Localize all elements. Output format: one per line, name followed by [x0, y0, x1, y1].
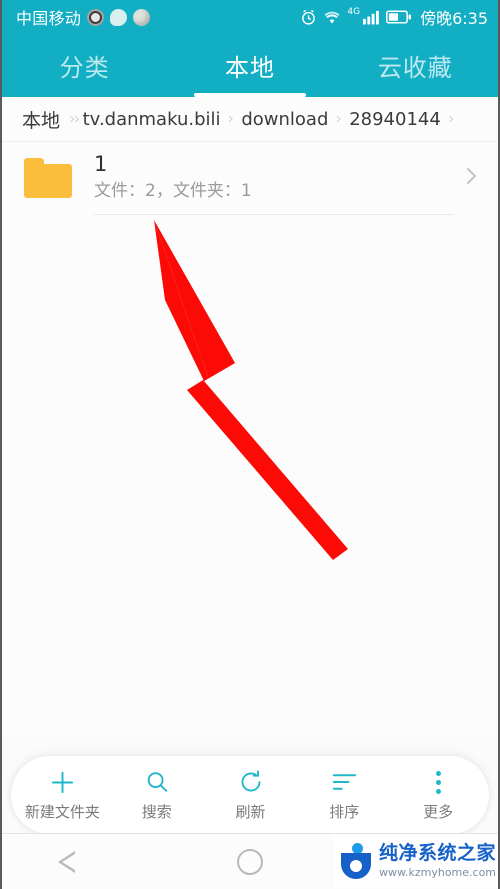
tab-local[interactable]: 本地: [167, 34, 332, 97]
bottom-toolbar-wrapper: 新建文件夹 搜索 刷新 排序 更多: [2, 734, 498, 834]
tab-local-label: 本地: [224, 54, 275, 82]
nav-back-button[interactable]: [2, 850, 167, 874]
network-type-label: 4G: [347, 6, 361, 17]
tab-bar: 分类 本地 云收藏: [2, 34, 498, 97]
home-circle-icon: [236, 848, 263, 875]
breadcrumb: 本地 ›› tv.danmaku.bili › download › 28940…: [2, 97, 498, 142]
more-button[interactable]: 更多: [401, 769, 475, 822]
more-label: 更多: [423, 802, 454, 821]
tab-cloud-favorites[interactable]: 云收藏: [333, 34, 498, 97]
sort-label: 排序: [329, 802, 360, 821]
chevron-right-icon: ›: [335, 109, 343, 129]
tab-categories-label: 分类: [59, 54, 110, 82]
disk-app-icon: [133, 8, 151, 26]
refresh-button[interactable]: 刷新: [214, 769, 288, 822]
list-item-text: 1 文件：2，文件夹：1: [94, 142, 454, 215]
new-folder-button[interactable]: 新建文件夹: [25, 769, 100, 822]
breadcrumb-item-1[interactable]: download: [241, 109, 328, 130]
list-item-info: 文件：2，文件夹：1: [94, 180, 252, 201]
status-bar-clock: 傍晚6:35: [420, 9, 488, 28]
search-icon: [144, 769, 170, 796]
battery-icon: [386, 10, 412, 24]
sort-button[interactable]: 排序: [307, 769, 381, 822]
chevron-right-icon: ››: [69, 109, 81, 129]
refresh-icon: [238, 769, 264, 796]
status-bar-right: 4G 傍晚6:35: [300, 5, 488, 29]
watermark-text: 纯净系统之家 www.kzmyhome.com: [379, 841, 498, 879]
sort-icon: [331, 769, 358, 796]
chat-bubble-icon: [110, 8, 128, 26]
watermark-site-name: 纯净系统之家: [379, 841, 497, 864]
alarm-clock-icon: [300, 9, 317, 26]
bottom-toolbar: 新建文件夹 搜索 刷新 排序 更多: [11, 756, 489, 834]
cellular-signal-icon: [363, 9, 380, 25]
status-bar-left: 中国移动: [16, 5, 151, 29]
watermark-site-url: www.kzmyhome.com: [379, 865, 497, 879]
search-label: 搜索: [141, 802, 172, 821]
refresh-label: 刷新: [235, 802, 266, 821]
paw-app-icon: [87, 8, 105, 26]
chevron-right-icon[interactable]: [464, 162, 480, 194]
folder-icon: [24, 158, 72, 198]
list-item[interactable]: 1 文件：2，文件夹：1: [2, 142, 498, 215]
chevron-right-icon: ›: [447, 109, 455, 129]
watermark: 纯净系统之家 www.kzmyhome.com: [334, 835, 498, 887]
file-list: 1 文件：2，文件夹：1: [2, 142, 498, 734]
new-folder-label: 新建文件夹: [24, 802, 100, 821]
nav-home-button[interactable]: [167, 848, 332, 875]
tab-categories[interactable]: 分类: [2, 34, 167, 97]
phone-screen: 中国移动 4G 傍晚6:35 分类 本地 云收藏 本地 ›› tv.danmak…: [0, 0, 500, 889]
breadcrumb-item-root[interactable]: 本地: [22, 106, 60, 133]
tab-cloud-favorites-label: 云收藏: [377, 54, 453, 82]
carrier-label: 中国移动: [16, 9, 82, 28]
chevron-right-icon: ›: [227, 109, 235, 129]
breadcrumb-item-0[interactable]: tv.danmaku.bili: [83, 109, 221, 130]
back-triangle-icon: [58, 850, 94, 874]
status-bar: 中国移动 4G 傍晚6:35: [2, 0, 498, 34]
plus-icon: [49, 769, 76, 796]
wifi-icon: [323, 10, 341, 25]
list-item-name: 1: [94, 151, 108, 176]
more-vertical-icon: [435, 769, 441, 796]
breadcrumb-item-2[interactable]: 28940144: [349, 109, 441, 130]
search-button[interactable]: 搜索: [120, 769, 194, 822]
watermark-logo-icon: [340, 842, 374, 880]
